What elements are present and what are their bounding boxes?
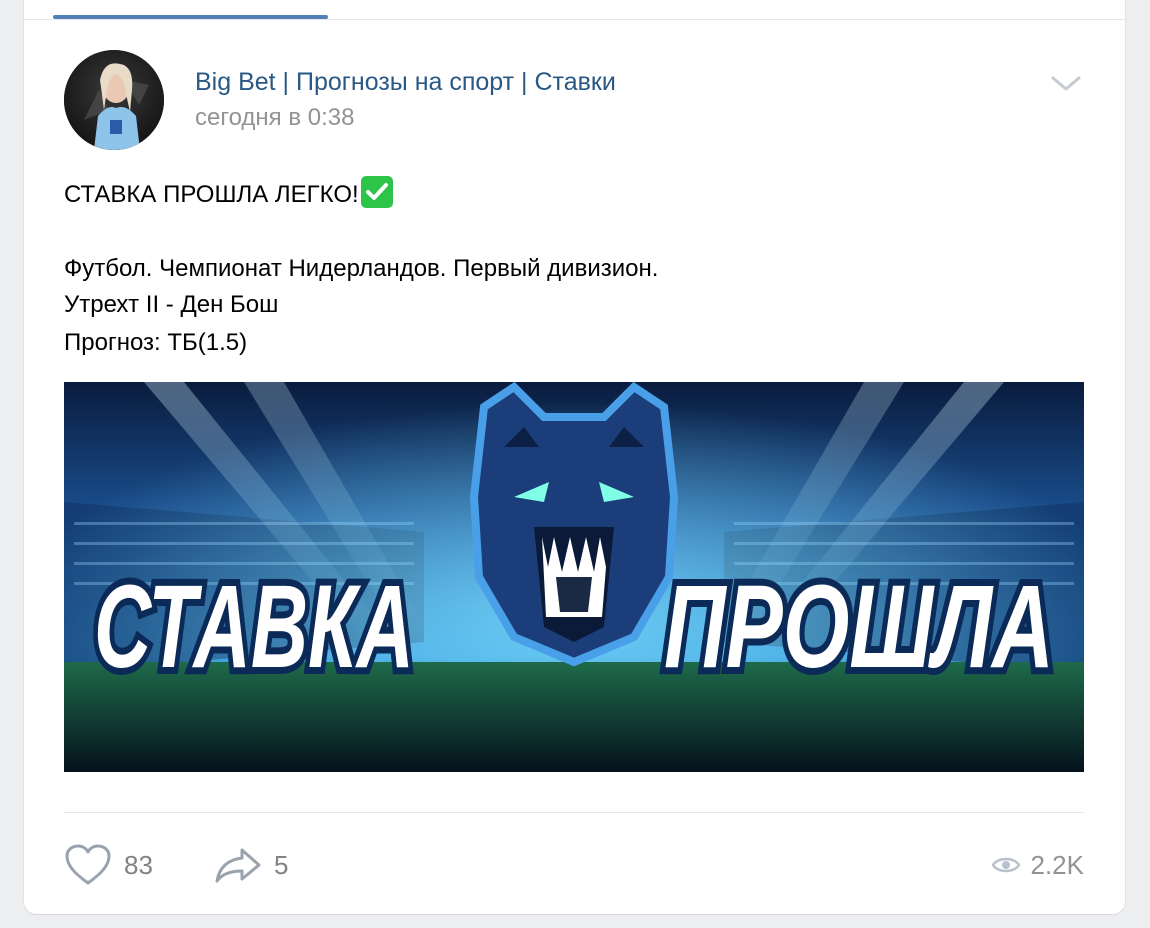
share-button[interactable]: 5	[214, 843, 288, 887]
divider	[64, 812, 1084, 813]
post-image[interactable]: СТАВКА СТАВКА ПРОШЛА ПРОШЛА	[64, 382, 1084, 772]
share-count: 5	[274, 849, 289, 880]
headline-text: СТАВКА ПРОШЛА ЛЕГКО!	[64, 181, 359, 208]
active-tab-indicator	[53, 15, 328, 19]
heart-icon	[65, 844, 111, 885]
chevron-down-icon[interactable]	[1050, 74, 1082, 94]
views-counter: 2.2K	[991, 843, 1085, 887]
tab-bar	[24, 0, 1125, 20]
post-text-line: Утрехт II - Ден Бош	[64, 291, 279, 318]
views-count: 2.2K	[1030, 849, 1085, 880]
post-headline: СТАВКА ПРОШЛА ЛЕГКО!	[64, 176, 393, 209]
post-text-line: Футбол. Чемпионат Нидерландов. Первый ди…	[64, 255, 659, 282]
check-mark-icon	[360, 176, 393, 208]
share-arrow-icon	[215, 848, 261, 883]
post-card: Big Bet | Прогнозы на спорт | Ставки сег…	[24, 0, 1125, 914]
like-button[interactable]: 83	[64, 843, 153, 887]
banner-right-word: ПРОШЛА	[664, 561, 1054, 693]
post-time[interactable]: сегодня в 0:38	[195, 104, 354, 132]
author-link[interactable]: Big Bet | Прогнозы на спорт | Ставки	[195, 68, 616, 97]
banner-left-word: СТАВКА	[94, 561, 414, 693]
like-count: 83	[124, 849, 153, 880]
avatar[interactable]	[64, 50, 164, 150]
eye-icon	[991, 857, 1020, 873]
post-text-line: Прогноз: ТБ(1.5)	[64, 329, 248, 356]
